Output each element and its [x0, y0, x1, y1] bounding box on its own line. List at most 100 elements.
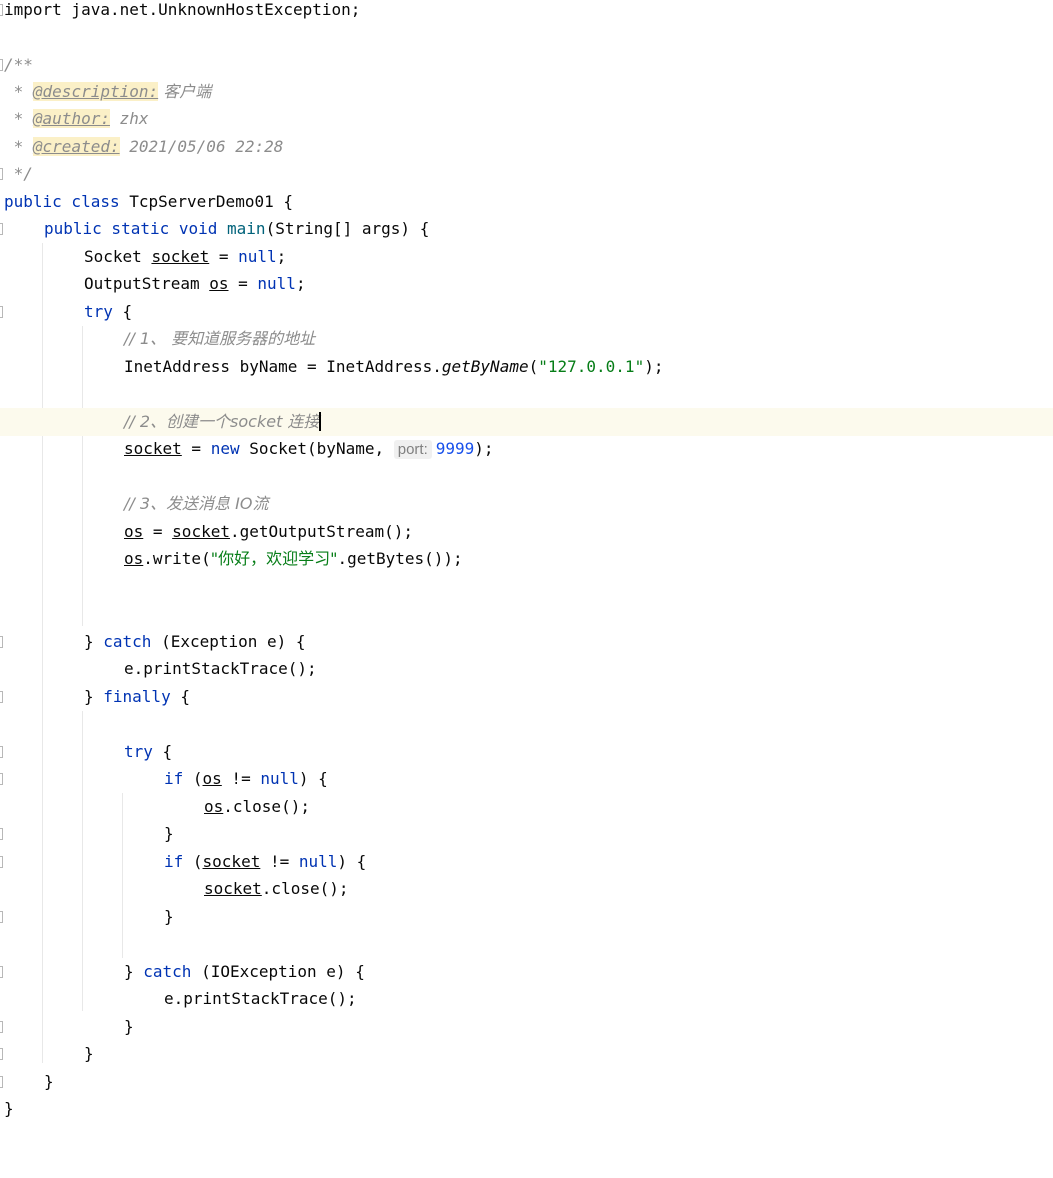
variable-socket[interactable]: socket: [124, 439, 182, 458]
fold-marker-icon[interactable]: [0, 911, 3, 923]
code-line[interactable]: }: [0, 820, 1053, 848]
keyword: public static void: [44, 219, 218, 238]
semicolon: ;: [276, 247, 287, 266]
code-text: .close();: [261, 879, 349, 898]
method-params: (String[] args) {: [265, 219, 430, 238]
keyword: try: [84, 302, 113, 321]
fold-marker-icon[interactable]: [0, 636, 3, 648]
variable-socket[interactable]: socket: [204, 879, 262, 898]
keyword: public class: [4, 192, 120, 211]
variable-socket[interactable]: socket: [203, 852, 261, 871]
code-line[interactable]: e.printStackTrace();: [0, 985, 1053, 1013]
code-text: (IOException e) {: [191, 962, 365, 981]
variable-os[interactable]: os: [203, 769, 222, 788]
keyword: catch: [143, 962, 192, 981]
code-line[interactable]: }: [0, 1040, 1053, 1068]
code-line[interactable]: e.printStackTrace();: [0, 655, 1053, 683]
doc-value-description: 客户端: [158, 82, 212, 101]
operator: !=: [260, 852, 299, 871]
brace: }: [44, 1072, 54, 1091]
code-line[interactable]: * @created: 2021/05/06 22:28: [0, 133, 1053, 161]
code-line[interactable]: if (os != null) {: [0, 765, 1053, 793]
code-line[interactable]: os.write("你好，欢迎学习".getBytes());: [0, 545, 1053, 573]
code-text: e.printStackTrace();: [124, 659, 317, 678]
code-line[interactable]: } finally {: [0, 683, 1053, 711]
code-line[interactable]: * @author: zhx: [0, 105, 1053, 133]
class-name: TcpServerDemo01 {: [119, 192, 293, 211]
code-line[interactable]: import java.net.UnknownHostException;: [0, 0, 1053, 24]
paren: (: [183, 852, 203, 871]
code-line[interactable]: // 1、 要知道服务器的地址: [0, 325, 1053, 353]
code-line[interactable]: * @description: 客户端: [0, 78, 1053, 106]
paren: (: [183, 769, 203, 788]
code-line[interactable]: } catch (Exception e) {: [0, 628, 1053, 656]
code-line[interactable]: }: [0, 1068, 1053, 1096]
code-line[interactable]: Socket socket = null;: [0, 243, 1053, 271]
fold-marker-icon[interactable]: [0, 168, 3, 180]
keyword: try: [124, 742, 153, 761]
current-code-line[interactable]: // 2、创建一个socket 连接: [0, 408, 1053, 436]
code-editor[interactable]: import java.net.UnknownHostException; /*…: [0, 0, 1053, 1167]
fold-marker-icon[interactable]: [0, 828, 3, 840]
fold-marker-icon[interactable]: [0, 856, 3, 868]
fold-marker-icon[interactable]: [0, 223, 3, 235]
code-line[interactable]: os.close();: [0, 793, 1053, 821]
code-line[interactable]: socket.close();: [0, 875, 1053, 903]
code-line[interactable]: OutputStream os = null;: [0, 270, 1053, 298]
code-line[interactable]: public class TcpServerDemo01 {: [0, 188, 1053, 216]
semicolon: ;: [295, 274, 306, 293]
variable-socket[interactable]: socket: [172, 522, 230, 541]
code-text: e.printStackTrace();: [164, 989, 357, 1008]
variable-os[interactable]: os: [124, 522, 143, 541]
brace: }: [164, 907, 174, 926]
fold-marker-icon[interactable]: [0, 4, 3, 16]
code-line[interactable]: public static void main(String[] args) {: [0, 215, 1053, 243]
keyword: catch: [103, 632, 152, 651]
code-text: .getBytes());: [337, 549, 463, 568]
fold-marker-icon[interactable]: [0, 1076, 3, 1088]
code-line[interactable]: */: [0, 160, 1053, 188]
fold-marker-icon[interactable]: [0, 1048, 3, 1060]
variable-socket[interactable]: socket: [151, 247, 209, 266]
doc-tag-description: @description:: [32, 82, 159, 101]
code-line[interactable]: try {: [0, 738, 1053, 766]
brace: }: [84, 687, 104, 706]
brace: }: [84, 1044, 94, 1063]
code-text: .getOutputStream();: [229, 522, 413, 541]
brace: ) {: [337, 852, 367, 871]
fold-marker-icon[interactable]: [0, 306, 3, 318]
code-line[interactable]: }: [0, 903, 1053, 931]
variable-os[interactable]: os: [124, 549, 143, 568]
code-line[interactable]: try {: [0, 298, 1053, 326]
paren: (: [528, 357, 539, 376]
line-comment: // 3、发送消息 IO流: [124, 494, 269, 513]
code-line[interactable]: if (socket != null) {: [0, 848, 1053, 876]
brace: }: [124, 962, 144, 981]
variable-os[interactable]: os: [209, 274, 228, 293]
code-line[interactable]: // 3、发送消息 IO流: [0, 490, 1053, 518]
code-line[interactable]: socket = new Socket(byName, port: 9999);: [0, 435, 1053, 463]
doc-value-created: 2021/05/06 22:28: [119, 137, 284, 156]
brace: ) {: [298, 769, 328, 788]
doc-tag-author: @author:: [32, 109, 110, 128]
fold-marker-icon[interactable]: [0, 746, 3, 758]
keyword: null: [257, 274, 296, 293]
fold-marker-icon[interactable]: [0, 691, 3, 703]
doc-value-author: zhx: [109, 109, 149, 128]
string-literal: "你好，欢迎学习": [210, 549, 338, 568]
code-line[interactable]: InetAddress byName = InetAddress.getByNa…: [0, 353, 1053, 381]
fold-marker-icon[interactable]: [0, 966, 3, 978]
fold-marker-icon[interactable]: [0, 59, 3, 71]
fold-marker-icon[interactable]: [0, 773, 3, 785]
variable-os[interactable]: os: [204, 797, 223, 816]
fold-marker-icon[interactable]: [0, 1021, 3, 1033]
code-line[interactable]: } catch (IOException e) {: [0, 958, 1053, 986]
code-line[interactable]: os = socket.getOutputStream();: [0, 518, 1053, 546]
code-line[interactable]: }: [0, 1013, 1053, 1041]
doc-comment-open: /**: [4, 55, 33, 74]
keyword: null: [298, 852, 338, 871]
code-line[interactable]: }: [0, 1095, 1053, 1123]
brace: }: [124, 1017, 134, 1036]
semicolon: );: [644, 357, 664, 376]
code-line[interactable]: /**: [0, 51, 1053, 79]
